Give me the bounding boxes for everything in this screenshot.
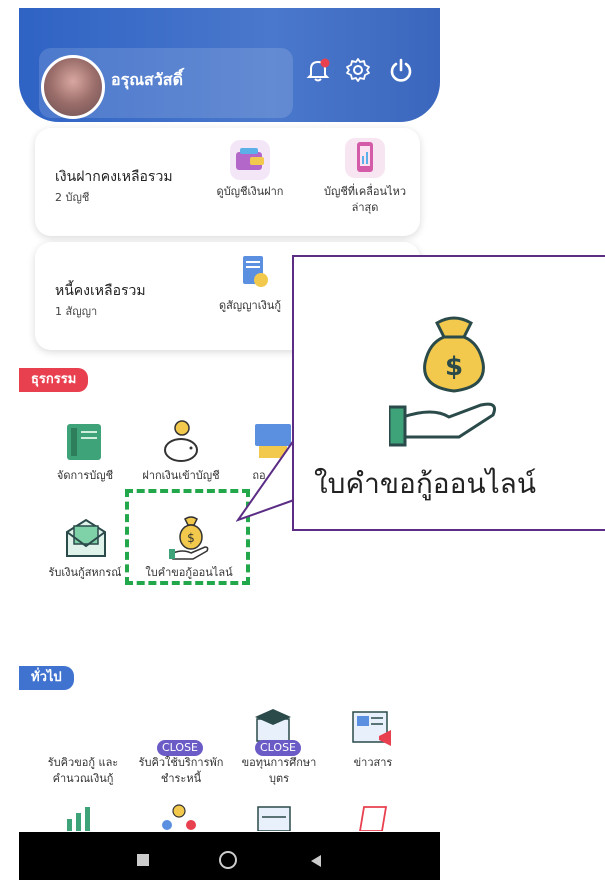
callout-zoom-panel: $ ใบคำขอกู้ออนไลน์ xyxy=(292,255,605,531)
transactions-section-tag: ธุรกรรม xyxy=(19,368,89,392)
deposit-summary-card[interactable]: เงินฝากคงเหลือรวม 2 บัญชี ดูบัญชีเงินฝาก… xyxy=(35,128,420,236)
general-section-tag: ทั่วไป xyxy=(19,666,74,690)
news-label: ข่าวสาร xyxy=(353,756,393,769)
bell-icon[interactable] xyxy=(304,56,332,84)
graduation-cap-icon xyxy=(251,705,295,745)
user-greeting: อรุณสวัสดิ์ xyxy=(111,70,183,89)
callout-label: ใบคำขอกู้ออนไลน์ xyxy=(314,467,536,500)
recent-movements-line2: ล่าสุด xyxy=(351,201,379,214)
debt-pause-line1: รับคิวใช้บริการพัก xyxy=(138,756,224,769)
gear-icon[interactable] xyxy=(344,56,372,84)
calendar-form-icon[interactable] xyxy=(254,803,294,832)
receipt-icon[interactable] xyxy=(354,803,394,832)
recent-movements-label[interactable]: บัญชีที่เคลื่อนไหว ล่าสุด xyxy=(320,184,410,216)
highlight-dashed-box xyxy=(125,489,250,585)
loan-contract-count: 1 สัญญา xyxy=(55,305,98,318)
recent-movements-line1: บัญชีที่เคลื่อนไหว xyxy=(323,185,407,198)
power-icon[interactable] xyxy=(387,56,415,84)
app-header: อรุณสวัสดิ์ xyxy=(19,8,440,122)
network-people-icon[interactable] xyxy=(159,803,199,831)
receive-coop-loan-label: รับเงินกู้สหกรณ์ xyxy=(48,566,122,579)
deposit-total-title: เงินฝากคงเหลือรวม xyxy=(55,169,173,185)
scholarship-line1: ขอทุนการศึกษา xyxy=(241,756,317,769)
debt-pause-line2: ชำระหนี้ xyxy=(160,772,202,785)
loan-document-icon[interactable] xyxy=(233,252,273,292)
wallet-icon[interactable] xyxy=(230,140,270,180)
piggy-bank-icon xyxy=(157,418,207,466)
accounts-book-icon xyxy=(61,418,109,466)
loan-total-title: หนี้คงเหลือรวม xyxy=(55,283,146,299)
close-badge: CLOSE xyxy=(255,740,302,756)
newspaper-megaphone-icon xyxy=(349,708,395,750)
scholarship-label: ขอทุนการศึกษา บุตร xyxy=(229,755,329,787)
debt-pause-queue-label: รับคิวใช้บริการพัก ชำระหนี้ xyxy=(131,755,231,787)
money-bag-hand-icon: $ xyxy=(387,315,519,450)
scholarship-line2: บุตร xyxy=(268,772,290,785)
view-loan-contracts-label[interactable]: ดูสัญญาเงินกู้ xyxy=(205,298,295,314)
svg-text:$: $ xyxy=(445,352,463,382)
growth-chart-icon[interactable] xyxy=(61,803,101,831)
loan-queue-label: รับคิวขอกู้ และ คำนวณเงินกู้ xyxy=(33,755,133,787)
callout-pointer xyxy=(236,440,295,522)
mobile-stats-icon[interactable] xyxy=(345,138,385,178)
system-nav-bar xyxy=(19,832,440,880)
manage-accounts-label: จัดการบัญชี xyxy=(56,469,114,482)
square-recents-icon[interactable] xyxy=(137,854,149,866)
deposit-money-label: ฝากเงินเข้าบัญชี xyxy=(142,469,220,482)
loan-queue-line2: คำนวณเงินกู้ xyxy=(52,772,114,785)
loan-queue-line1: รับคิวขอกู้ และ xyxy=(47,756,119,769)
circle-home-icon[interactable] xyxy=(219,851,237,869)
deposit-account-count: 2 บัญชี xyxy=(55,191,90,204)
triangle-back-icon[interactable] xyxy=(309,853,323,872)
avatar[interactable] xyxy=(41,55,105,119)
money-envelope-icon xyxy=(61,514,111,562)
close-badge: CLOSE xyxy=(157,740,204,756)
view-deposit-accounts-label[interactable]: ดูบัญชีเงินฝาก xyxy=(205,184,295,200)
